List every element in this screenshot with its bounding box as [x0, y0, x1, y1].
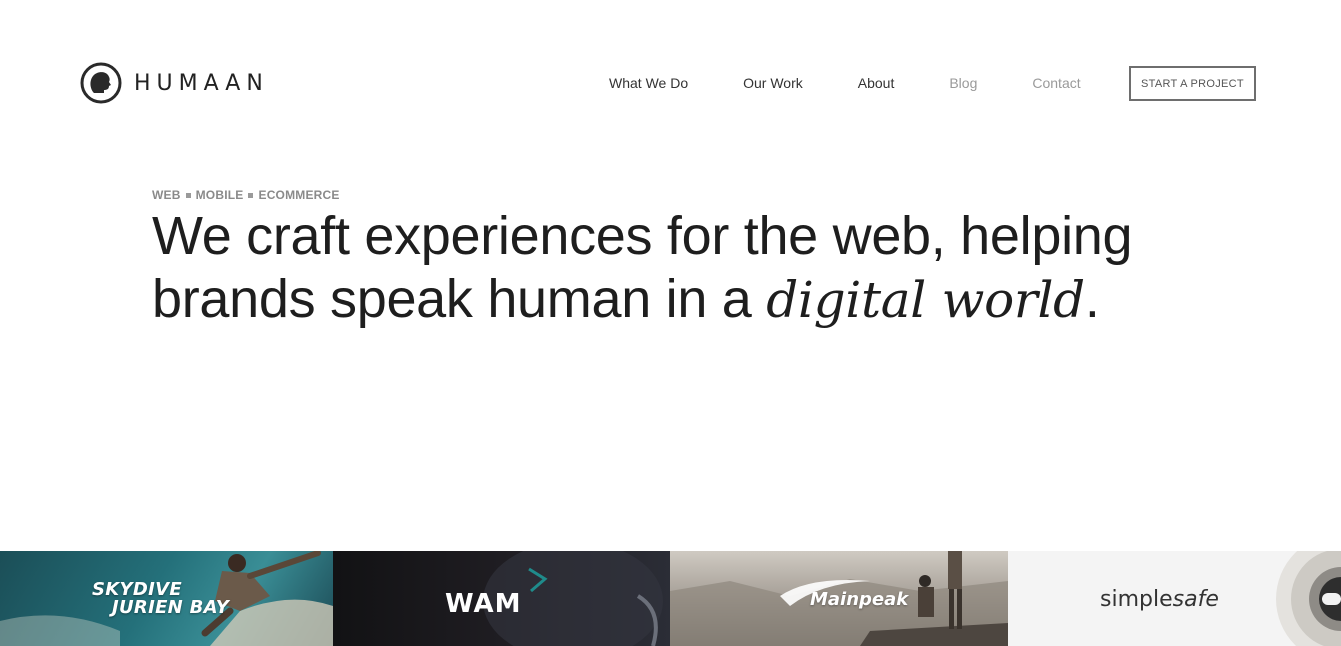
- project-strip: SKYDIVE JURIEN BAY WAM Mainpeak simplesa…: [0, 551, 1341, 646]
- start-project-button[interactable]: START A PROJECT: [1129, 66, 1256, 101]
- tag-ecommerce: ECOMMERCE: [258, 188, 340, 202]
- head-profile-icon: [80, 62, 122, 104]
- headline-emphasis: digital world: [766, 271, 1085, 329]
- nav-about[interactable]: About: [858, 75, 895, 91]
- simplesafe-plain: simple: [1100, 587, 1173, 612]
- brand-logo[interactable]: HUMAAN: [80, 62, 269, 104]
- nav-contact[interactable]: Contact: [1032, 75, 1080, 91]
- tag-separator: [248, 192, 254, 198]
- project-tile-skydive[interactable]: SKYDIVE JURIEN BAY: [0, 551, 333, 646]
- nav-blog[interactable]: Blog: [949, 75, 977, 91]
- project-label-wam: WAM: [445, 589, 522, 619]
- tag-web: WEB: [152, 188, 181, 202]
- headline-line-2: brands speak human in a: [152, 269, 767, 329]
- headline-period: .: [1084, 269, 1100, 329]
- main-nav: What We Do Our Work About Blog Contact: [609, 75, 1136, 91]
- project-tile-simplesafe[interactable]: simplesafe: [1008, 551, 1341, 646]
- project-label-simplesafe: simplesafe: [1100, 587, 1219, 612]
- tag-mobile: MOBILE: [195, 188, 244, 202]
- project-tile-mainpeak[interactable]: Mainpeak: [670, 551, 1008, 646]
- skydive-line-2: JURIEN BAY: [112, 597, 230, 618]
- brand-name: HUMAAN: [134, 70, 269, 96]
- headline-line-1: We craft experiences for the web, helpin…: [152, 206, 1133, 266]
- project-label-skydive: SKYDIVE JURIEN BAY: [92, 581, 229, 617]
- hero-headline: We craft experiences for the web, helpin…: [152, 205, 1252, 332]
- nav-our-work[interactable]: Our Work: [743, 75, 803, 91]
- tag-separator: [185, 192, 191, 198]
- nav-what-we-do[interactable]: What We Do: [609, 75, 688, 91]
- simplesafe-italic: safe: [1172, 587, 1219, 612]
- project-label-mainpeak: Mainpeak: [810, 589, 909, 610]
- service-tags: WEB MOBILE ECOMMERCE: [152, 188, 340, 202]
- project-tile-wam[interactable]: WAM: [333, 551, 670, 646]
